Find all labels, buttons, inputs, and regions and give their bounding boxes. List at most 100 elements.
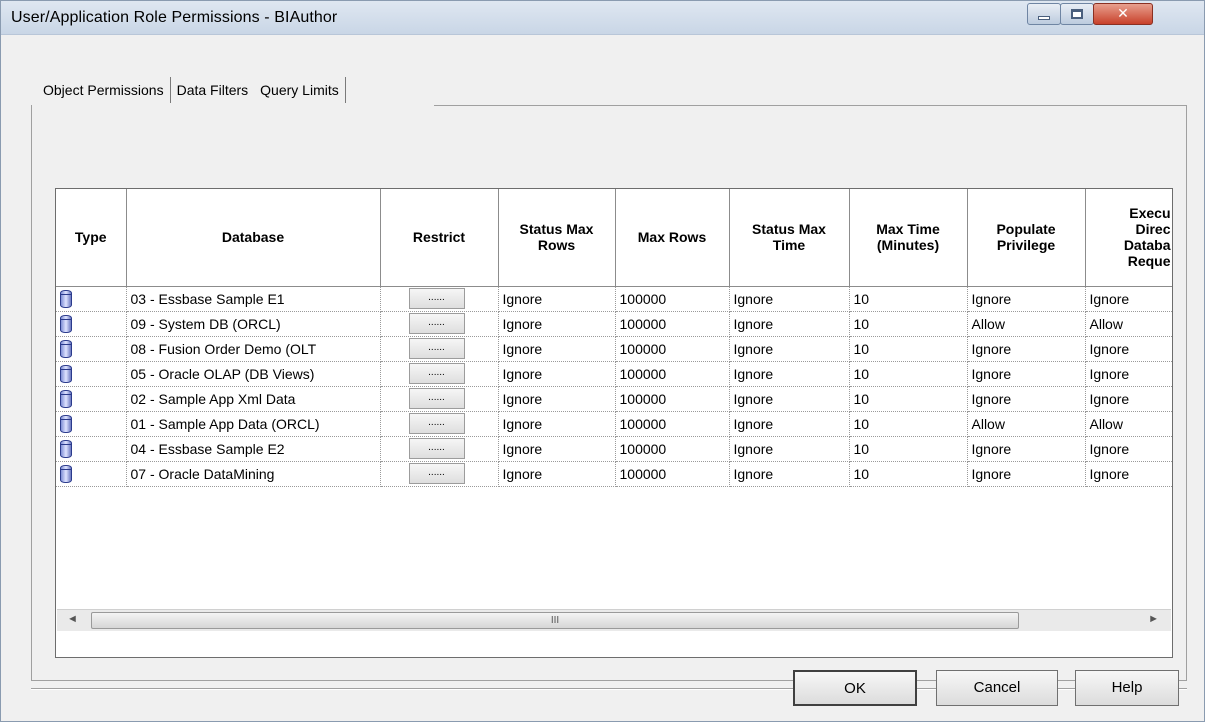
database-cell[interactable]: 08 - Fusion Order Demo (OLT — [126, 336, 381, 362]
tab-data-filters[interactable]: Data Filters — [171, 74, 255, 106]
minimize-button[interactable] — [1027, 3, 1061, 25]
max-time-cell[interactable]: 10 — [849, 361, 968, 387]
status-max-time-cell[interactable]: Ignore — [729, 336, 850, 362]
table-row[interactable]: 01 - Sample App Data (ORCL) ...... Ignor… — [56, 411, 1172, 437]
database-cell[interactable]: 02 - Sample App Xml Data — [126, 386, 381, 412]
table-row[interactable]: 05 - Oracle OLAP (DB Views) ...... Ignor… — [56, 361, 1172, 387]
max-rows-cell[interactable]: 100000 — [615, 436, 730, 462]
max-rows-cell[interactable]: 100000 — [615, 311, 730, 337]
type-cell — [56, 461, 127, 487]
status-max-time-cell[interactable]: Ignore — [729, 436, 850, 462]
max-time-cell[interactable]: 10 — [849, 336, 968, 362]
populate-privilege-cell[interactable]: Ignore — [967, 336, 1086, 362]
ok-button[interactable]: OK — [793, 670, 917, 706]
restrict-button[interactable]: ...... — [408, 388, 465, 409]
restrict-button[interactable]: ...... — [408, 313, 465, 334]
execute-direct-cell[interactable]: Ignore — [1085, 361, 1172, 387]
max-time-cell[interactable]: 10 — [849, 411, 968, 437]
scroll-right-icon[interactable]: ► — [1148, 613, 1159, 625]
execute-direct-cell[interactable]: Allow — [1085, 411, 1172, 437]
close-button[interactable]: ✕ — [1093, 3, 1153, 25]
execute-direct-cell[interactable]: Ignore — [1085, 386, 1172, 412]
database-cell[interactable]: 04 - Essbase Sample E2 — [126, 436, 381, 462]
max-time-cell[interactable]: 10 — [849, 436, 968, 462]
tab-separator — [344, 77, 346, 103]
table-row[interactable]: 09 - System DB (ORCL) ...... Ignore 1000… — [56, 311, 1172, 337]
cancel-button[interactable]: Cancel — [936, 670, 1058, 706]
status-max-rows-cell[interactable]: Ignore — [498, 461, 616, 487]
populate-privilege-cell[interactable]: Ignore — [967, 436, 1086, 462]
database-cell[interactable]: 07 - Oracle DataMining — [126, 461, 381, 487]
max-rows-cell[interactable]: 100000 — [615, 336, 730, 362]
scrollbar-thumb[interactable]: III — [91, 612, 1019, 629]
table-row[interactable]: 02 - Sample App Xml Data ...... Ignore 1… — [56, 386, 1172, 412]
column-header-populate-privilege[interactable]: Populate Privilege — [967, 189, 1086, 287]
database-cell[interactable]: 09 - System DB (ORCL) — [126, 311, 381, 337]
max-rows-cell[interactable]: 100000 — [615, 361, 730, 387]
table-row[interactable]: 03 - Essbase Sample E1 ...... Ignore 100… — [56, 286, 1172, 312]
execute-direct-cell[interactable]: Ignore — [1085, 286, 1172, 312]
populate-privilege-cell[interactable]: Ignore — [967, 361, 1086, 387]
execute-direct-cell[interactable]: Ignore — [1085, 436, 1172, 462]
populate-privilege-cell[interactable]: Allow — [967, 311, 1086, 337]
restrict-button[interactable]: ...... — [408, 288, 465, 309]
table-row[interactable]: 08 - Fusion Order Demo (OLT ...... Ignor… — [56, 336, 1172, 362]
horizontal-scrollbar[interactable]: ◄ III ► — [57, 609, 1171, 631]
max-rows-cell[interactable]: 100000 — [615, 461, 730, 487]
column-header-status-max-time[interactable]: Status Max Time — [729, 189, 850, 287]
execute-direct-cell[interactable]: Ignore — [1085, 336, 1172, 362]
restrict-button[interactable]: ...... — [408, 463, 465, 484]
help-button[interactable]: Help — [1075, 670, 1179, 706]
max-time-cell[interactable]: 10 — [849, 311, 968, 337]
tab-query-limits[interactable]: Query Limits — [254, 74, 345, 106]
max-rows-cell[interactable]: 100000 — [615, 411, 730, 437]
restrict-button[interactable]: ...... — [408, 438, 465, 459]
status-max-time-cell[interactable]: Ignore — [729, 461, 850, 487]
table-row[interactable]: 04 - Essbase Sample E2 ...... Ignore 100… — [56, 436, 1172, 462]
status-max-rows-cell[interactable]: Ignore — [498, 336, 616, 362]
restrict-button[interactable]: ...... — [408, 338, 465, 359]
populate-privilege-cell[interactable]: Ignore — [967, 461, 1086, 487]
restrict-button[interactable]: ...... — [408, 413, 465, 434]
maximize-button[interactable] — [1060, 3, 1094, 25]
database-cell[interactable]: 05 - Oracle OLAP (DB Views) — [126, 361, 381, 387]
restrict-button[interactable]: ...... — [408, 363, 465, 384]
max-rows-cell[interactable]: 100000 — [615, 386, 730, 412]
status-max-rows-cell[interactable]: Ignore — [498, 286, 616, 312]
database-icon — [60, 289, 72, 308]
max-time-cell[interactable]: 10 — [849, 461, 968, 487]
max-time-cell[interactable]: 10 — [849, 386, 968, 412]
status-max-rows-cell[interactable]: Ignore — [498, 411, 616, 437]
type-cell — [56, 311, 127, 337]
populate-privilege-cell[interactable]: Allow — [967, 411, 1086, 437]
database-cell[interactable]: 01 - Sample App Data (ORCL) — [126, 411, 381, 437]
status-max-rows-cell[interactable]: Ignore — [498, 436, 616, 462]
column-header-database[interactable]: Database — [126, 189, 381, 287]
status-max-rows-cell[interactable]: Ignore — [498, 361, 616, 387]
populate-privilege-cell[interactable]: Ignore — [967, 386, 1086, 412]
status-max-time-cell[interactable]: Ignore — [729, 411, 850, 437]
populate-privilege-cell[interactable]: Ignore — [967, 286, 1086, 312]
column-header-max-time[interactable]: Max Time (Minutes) — [849, 189, 968, 287]
tab-object-permissions[interactable]: Object Permissions — [37, 74, 170, 106]
title-bar[interactable]: User/Application Role Permissions - BIAu… — [1, 1, 1204, 35]
table-row[interactable]: 07 - Oracle DataMining ...... Ignore 100… — [56, 461, 1172, 487]
database-cell[interactable]: 03 - Essbase Sample E1 — [126, 286, 381, 312]
column-header-type[interactable]: Type — [56, 189, 127, 287]
status-max-time-cell[interactable]: Ignore — [729, 386, 850, 412]
status-max-time-cell[interactable]: Ignore — [729, 311, 850, 337]
status-max-time-cell[interactable]: Ignore — [729, 361, 850, 387]
status-max-rows-cell[interactable]: Ignore — [498, 386, 616, 412]
execute-direct-cell[interactable]: Ignore — [1085, 461, 1172, 487]
scroll-left-icon[interactable]: ◄ — [67, 613, 78, 625]
max-time-cell[interactable]: 10 — [849, 286, 968, 312]
column-header-max-rows[interactable]: Max Rows — [615, 189, 730, 287]
status-max-rows-cell[interactable]: Ignore — [498, 311, 616, 337]
column-header-restrict[interactable]: Restrict — [380, 189, 499, 287]
status-max-time-cell[interactable]: Ignore — [729, 286, 850, 312]
query-limits-grid: Type Database Restrict Status Max Rows M… — [55, 188, 1173, 658]
column-header-status-max-rows[interactable]: Status Max Rows — [498, 189, 616, 287]
column-header-execute-direct[interactable]: Execu Direc Databa Reque — [1085, 189, 1172, 287]
execute-direct-cell[interactable]: Allow — [1085, 311, 1172, 337]
max-rows-cell[interactable]: 100000 — [615, 286, 730, 312]
